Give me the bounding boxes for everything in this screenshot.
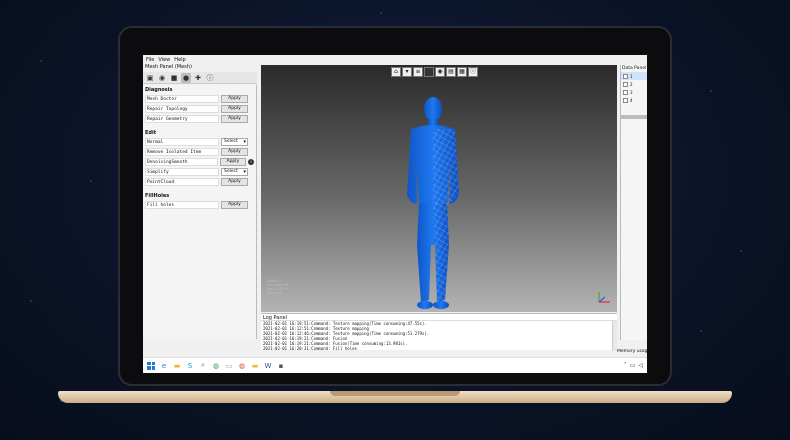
section-fillholes: FillHoles (145, 193, 170, 199)
row-fill-holes: Fill holes Apply (143, 200, 256, 210)
windows-logo-icon[interactable] (146, 361, 156, 371)
chrome-icon[interactable]: ◍ (237, 361, 247, 371)
checkbox[interactable] (623, 97, 628, 103)
data-row-label: 2 (630, 81, 633, 87)
app-icon[interactable]: ▪ (276, 361, 286, 371)
data-row[interactable]: 2 (621, 80, 647, 88)
data-row-label: 1 (630, 73, 633, 79)
menu-file[interactable]: File (146, 57, 154, 63)
viewport-toolbar: ⌂ ▾ ≡ ◉ ▤ ▦ ⓘ (391, 67, 478, 77)
data-row-label: 3 (630, 89, 633, 95)
arrow-down-icon[interactable]: ▾ (402, 67, 412, 77)
row-label: Mesh Doctor (145, 95, 219, 103)
app-screen: File View Help Mesh Panel (Mesh) ▣ ◉ ■ ●… (143, 55, 647, 373)
mesh-panel: Diagnosis Mesh Doctor Apply Repair Topol… (143, 85, 257, 339)
row-label: DenoisingSmooth (145, 158, 218, 166)
word-icon[interactable]: W (263, 361, 273, 371)
chrome-icon[interactable]: ◍ (211, 361, 221, 371)
info-icon[interactable]: ⓘ (468, 67, 478, 77)
info-icon[interactable]: ⓘ (205, 73, 215, 83)
viewport-info: Mesh0 : Faces 64 9K Verts 135 1K Texture… (267, 279, 289, 295)
mesh-panel-title: Mesh Panel (Mesh) (145, 64, 192, 70)
eye-icon[interactable]: ◉ (157, 73, 167, 83)
checkbox[interactable] (623, 73, 628, 79)
row-label: Repair Topology (145, 105, 219, 113)
row-denoising-smooth: DenoisingSmooth Apply i (143, 157, 256, 167)
checkbox[interactable] (623, 81, 628, 87)
apply-button[interactable]: Apply (219, 158, 247, 166)
apply-button[interactable]: Apply (221, 178, 248, 186)
section-diagnosis: Diagnosis (145, 87, 173, 93)
book-icon[interactable]: ▤ (446, 67, 456, 77)
log-panel: Log Panel 2021-02-01 16:19:51:Command: T… (261, 313, 617, 351)
section-edit: Edit (145, 130, 157, 136)
apply-button[interactable]: Apply (221, 148, 248, 156)
chevron-up-icon[interactable]: ˄ (624, 362, 627, 369)
folder-icon[interactable]: ▬ (250, 361, 260, 371)
volume-icon[interactable]: ◁ (638, 362, 643, 369)
sphere-icon[interactable]: ● (181, 73, 191, 83)
data-row[interactable]: 4 (621, 96, 647, 104)
apply-button[interactable]: Apply (221, 115, 248, 123)
stack-icon[interactable]: ▦ (457, 67, 467, 77)
box-icon[interactable]: ■ (169, 73, 179, 83)
data-panel-scrollbar[interactable] (621, 115, 647, 119)
row-label: Repair Geometry (145, 115, 219, 123)
data-panel: Data Panel 1 2 3 4 (620, 65, 647, 340)
row-normal: Normal Select (143, 137, 256, 147)
network-icon[interactable]: ▭ (630, 362, 636, 369)
cube-icon[interactable]: ▣ (145, 73, 155, 83)
apply-button[interactable]: Apply (221, 95, 248, 103)
3d-viewport[interactable]: ⌂ ▾ ≡ ◉ ▤ ▦ ⓘ Mesh0: Faces 64 9K Verts … (261, 65, 617, 312)
data-row[interactable]: 1 (621, 72, 647, 80)
menu-view[interactable]: View (158, 57, 170, 63)
row-label: Remove Isolated Item (145, 148, 219, 156)
files-icon[interactable]: ▭ (224, 361, 234, 371)
taskbar: e ▬ S ⌕ ◍ ▭ ◍ ▬ W ▪ ˄ ▭ ◁ (143, 357, 647, 373)
row-mesh-doctor: Mesh Doctor Apply (143, 94, 256, 104)
row-simplify: Simplify Select (143, 167, 256, 177)
menu-help[interactable]: Help (174, 57, 185, 63)
mesh-panel-toolbar: ▣ ◉ ■ ● ✚ ⓘ (143, 72, 257, 84)
data-row[interactable]: 3 (621, 88, 647, 96)
simplify-select[interactable]: Select (221, 168, 248, 176)
log-scrollbar[interactable] (612, 321, 617, 351)
data-row-label: 4 (630, 97, 633, 103)
checkbox[interactable] (623, 89, 628, 95)
dark-square-icon[interactable] (424, 67, 434, 77)
skype-icon[interactable]: S (185, 361, 195, 371)
info-line: Textured (267, 291, 283, 295)
edge-icon[interactable]: e (159, 361, 169, 371)
row-repair-geometry: Repair Geometry Apply (143, 114, 256, 124)
row-label: PointCloud (145, 178, 219, 186)
layers-icon[interactable]: ≡ (413, 67, 423, 77)
normal-select[interactable]: Select (221, 138, 248, 146)
row-repair-topology: Repair Topology Apply (143, 104, 256, 114)
search-icon[interactable]: ⌕ (198, 361, 208, 371)
data-panel-title: Data Panel (622, 66, 647, 71)
info-icon[interactable]: i (248, 159, 254, 165)
apply-button[interactable]: Apply (221, 105, 248, 113)
axis-gizmo-icon (598, 292, 610, 303)
menubar: File View Help (143, 55, 255, 63)
row-label: Fill holes (145, 201, 219, 209)
folder-icon[interactable]: ▬ (172, 361, 182, 371)
laptop-notch (330, 391, 460, 396)
row-pointcloud: PointCloud Apply (143, 177, 256, 187)
memory-status: Memory usage (617, 349, 647, 357)
row-label: Simplify (145, 168, 219, 176)
puzzle-icon[interactable]: ✚ (193, 73, 203, 83)
system-tray: ˄ ▭ ◁ (624, 362, 643, 369)
apply-button[interactable]: Apply (221, 201, 248, 209)
home-icon[interactable]: ⌂ (391, 67, 401, 77)
human-mesh-model (407, 97, 459, 309)
eye-icon[interactable]: ◉ (435, 67, 445, 77)
row-label: Normal (145, 138, 219, 146)
log-panel-title: Log Panel (261, 314, 617, 321)
row-remove-isolated: Remove Isolated Item Apply (143, 147, 256, 157)
log-line: 2021-02-01 16:20:31:Command: Fill holes (263, 346, 357, 351)
